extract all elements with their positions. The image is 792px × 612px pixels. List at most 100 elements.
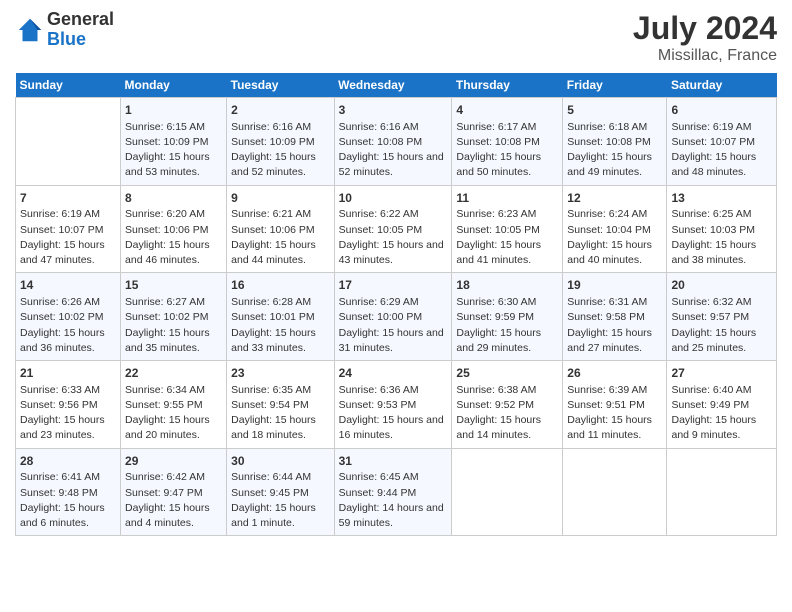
cell-content: Sunrise: 6:31 AMSunset: 9:58 PMDaylight:… — [567, 295, 662, 356]
day-cell: 9Sunrise: 6:21 AMSunset: 10:06 PMDayligh… — [227, 185, 334, 273]
cell-content: Sunrise: 6:16 AMSunset: 10:09 PMDaylight… — [231, 120, 329, 181]
cell-content: Sunrise: 6:18 AMSunset: 10:08 PMDaylight… — [567, 120, 662, 181]
cell-content: Sunrise: 6:29 AMSunset: 10:00 PMDaylight… — [339, 295, 448, 356]
day-number: 31 — [339, 453, 448, 470]
day-number: 26 — [567, 365, 662, 382]
day-number: 5 — [567, 102, 662, 119]
day-number: 12 — [567, 190, 662, 207]
cell-content: Sunrise: 6:32 AMSunset: 9:57 PMDaylight:… — [671, 295, 772, 356]
day-number: 22 — [125, 365, 222, 382]
day-cell: 21Sunrise: 6:33 AMSunset: 9:56 PMDayligh… — [16, 361, 121, 449]
day-number: 18 — [456, 277, 558, 294]
day-cell: 17Sunrise: 6:29 AMSunset: 10:00 PMDaylig… — [334, 273, 452, 361]
day-number: 8 — [125, 190, 222, 207]
day-cell — [452, 448, 563, 536]
cell-content: Sunrise: 6:30 AMSunset: 9:59 PMDaylight:… — [456, 295, 558, 356]
day-number: 1 — [125, 102, 222, 119]
header-cell-thursday: Thursday — [452, 73, 563, 98]
title-block: July 2024 Missillac, France — [633, 10, 777, 65]
cell-content: Sunrise: 6:22 AMSunset: 10:05 PMDaylight… — [339, 207, 448, 268]
day-cell: 1Sunrise: 6:15 AMSunset: 10:09 PMDayligh… — [121, 98, 227, 186]
day-cell — [667, 448, 777, 536]
day-number: 9 — [231, 190, 329, 207]
day-number: 13 — [671, 190, 772, 207]
day-number: 2 — [231, 102, 329, 119]
day-number: 30 — [231, 453, 329, 470]
week-row-2: 7Sunrise: 6:19 AMSunset: 10:07 PMDayligh… — [16, 185, 777, 273]
cell-content: Sunrise: 6:23 AMSunset: 10:05 PMDaylight… — [456, 207, 558, 268]
day-cell: 18Sunrise: 6:30 AMSunset: 9:59 PMDayligh… — [452, 273, 563, 361]
day-number: 21 — [20, 365, 116, 382]
day-number: 7 — [20, 190, 116, 207]
cell-content: Sunrise: 6:20 AMSunset: 10:06 PMDaylight… — [125, 207, 222, 268]
day-cell: 2Sunrise: 6:16 AMSunset: 10:09 PMDayligh… — [227, 98, 334, 186]
cell-content: Sunrise: 6:16 AMSunset: 10:08 PMDaylight… — [339, 120, 448, 181]
cell-content: Sunrise: 6:19 AMSunset: 10:07 PMDaylight… — [671, 120, 772, 181]
day-cell: 8Sunrise: 6:20 AMSunset: 10:06 PMDayligh… — [121, 185, 227, 273]
day-cell: 25Sunrise: 6:38 AMSunset: 9:52 PMDayligh… — [452, 361, 563, 449]
day-number: 4 — [456, 102, 558, 119]
day-cell — [563, 448, 667, 536]
day-cell: 4Sunrise: 6:17 AMSunset: 10:08 PMDayligh… — [452, 98, 563, 186]
cell-content: Sunrise: 6:39 AMSunset: 9:51 PMDaylight:… — [567, 383, 662, 444]
day-number: 15 — [125, 277, 222, 294]
cell-content: Sunrise: 6:36 AMSunset: 9:53 PMDaylight:… — [339, 383, 448, 444]
header-row: SundayMondayTuesdayWednesdayThursdayFrid… — [16, 73, 777, 98]
day-cell: 5Sunrise: 6:18 AMSunset: 10:08 PMDayligh… — [563, 98, 667, 186]
header-cell-sunday: Sunday — [16, 73, 121, 98]
day-number: 10 — [339, 190, 448, 207]
day-cell: 11Sunrise: 6:23 AMSunset: 10:05 PMDaylig… — [452, 185, 563, 273]
day-number: 17 — [339, 277, 448, 294]
day-number: 11 — [456, 190, 558, 207]
day-cell: 30Sunrise: 6:44 AMSunset: 9:45 PMDayligh… — [227, 448, 334, 536]
day-cell: 27Sunrise: 6:40 AMSunset: 9:49 PMDayligh… — [667, 361, 777, 449]
day-cell: 7Sunrise: 6:19 AMSunset: 10:07 PMDayligh… — [16, 185, 121, 273]
cell-content: Sunrise: 6:24 AMSunset: 10:04 PMDaylight… — [567, 207, 662, 268]
day-cell: 24Sunrise: 6:36 AMSunset: 9:53 PMDayligh… — [334, 361, 452, 449]
header-cell-wednesday: Wednesday — [334, 73, 452, 98]
cell-content: Sunrise: 6:28 AMSunset: 10:01 PMDaylight… — [231, 295, 329, 356]
day-cell: 22Sunrise: 6:34 AMSunset: 9:55 PMDayligh… — [121, 361, 227, 449]
cell-content: Sunrise: 6:35 AMSunset: 9:54 PMDaylight:… — [231, 383, 329, 444]
logo-text: General Blue — [47, 10, 114, 50]
cell-content: Sunrise: 6:41 AMSunset: 9:48 PMDaylight:… — [20, 470, 116, 531]
day-cell: 23Sunrise: 6:35 AMSunset: 9:54 PMDayligh… — [227, 361, 334, 449]
day-cell: 13Sunrise: 6:25 AMSunset: 10:03 PMDaylig… — [667, 185, 777, 273]
day-number: 24 — [339, 365, 448, 382]
day-number: 23 — [231, 365, 329, 382]
cell-content: Sunrise: 6:34 AMSunset: 9:55 PMDaylight:… — [125, 383, 222, 444]
cell-content: Sunrise: 6:21 AMSunset: 10:06 PMDaylight… — [231, 207, 329, 268]
header-cell-friday: Friday — [563, 73, 667, 98]
cell-content: Sunrise: 6:42 AMSunset: 9:47 PMDaylight:… — [125, 470, 222, 531]
header-cell-tuesday: Tuesday — [227, 73, 334, 98]
day-cell: 12Sunrise: 6:24 AMSunset: 10:04 PMDaylig… — [563, 185, 667, 273]
cell-content: Sunrise: 6:44 AMSunset: 9:45 PMDaylight:… — [231, 470, 329, 531]
subtitle: Missillac, France — [633, 47, 777, 65]
cell-content: Sunrise: 6:33 AMSunset: 9:56 PMDaylight:… — [20, 383, 116, 444]
logo-general: General — [47, 10, 114, 30]
week-row-1: 1Sunrise: 6:15 AMSunset: 10:09 PMDayligh… — [16, 98, 777, 186]
cell-content: Sunrise: 6:40 AMSunset: 9:49 PMDaylight:… — [671, 383, 772, 444]
day-cell: 29Sunrise: 6:42 AMSunset: 9:47 PMDayligh… — [121, 448, 227, 536]
cell-content: Sunrise: 6:19 AMSunset: 10:07 PMDaylight… — [20, 207, 116, 268]
day-cell: 28Sunrise: 6:41 AMSunset: 9:48 PMDayligh… — [16, 448, 121, 536]
day-number: 16 — [231, 277, 329, 294]
day-number: 29 — [125, 453, 222, 470]
day-cell: 31Sunrise: 6:45 AMSunset: 9:44 PMDayligh… — [334, 448, 452, 536]
logo: General Blue — [15, 10, 114, 50]
day-cell: 6Sunrise: 6:19 AMSunset: 10:07 PMDayligh… — [667, 98, 777, 186]
day-number: 19 — [567, 277, 662, 294]
logo-icon — [15, 15, 45, 45]
week-row-5: 28Sunrise: 6:41 AMSunset: 9:48 PMDayligh… — [16, 448, 777, 536]
week-row-4: 21Sunrise: 6:33 AMSunset: 9:56 PMDayligh… — [16, 361, 777, 449]
calendar-table: SundayMondayTuesdayWednesdayThursdayFrid… — [15, 73, 777, 536]
cell-content: Sunrise: 6:26 AMSunset: 10:02 PMDaylight… — [20, 295, 116, 356]
cell-content: Sunrise: 6:38 AMSunset: 9:52 PMDaylight:… — [456, 383, 558, 444]
cell-content: Sunrise: 6:27 AMSunset: 10:02 PMDaylight… — [125, 295, 222, 356]
page: General Blue July 2024 Missillac, France… — [0, 0, 792, 612]
day-cell: 3Sunrise: 6:16 AMSunset: 10:08 PMDayligh… — [334, 98, 452, 186]
day-cell: 14Sunrise: 6:26 AMSunset: 10:02 PMDaylig… — [16, 273, 121, 361]
header-cell-monday: Monday — [121, 73, 227, 98]
main-title: July 2024 — [633, 10, 777, 47]
day-cell: 20Sunrise: 6:32 AMSunset: 9:57 PMDayligh… — [667, 273, 777, 361]
